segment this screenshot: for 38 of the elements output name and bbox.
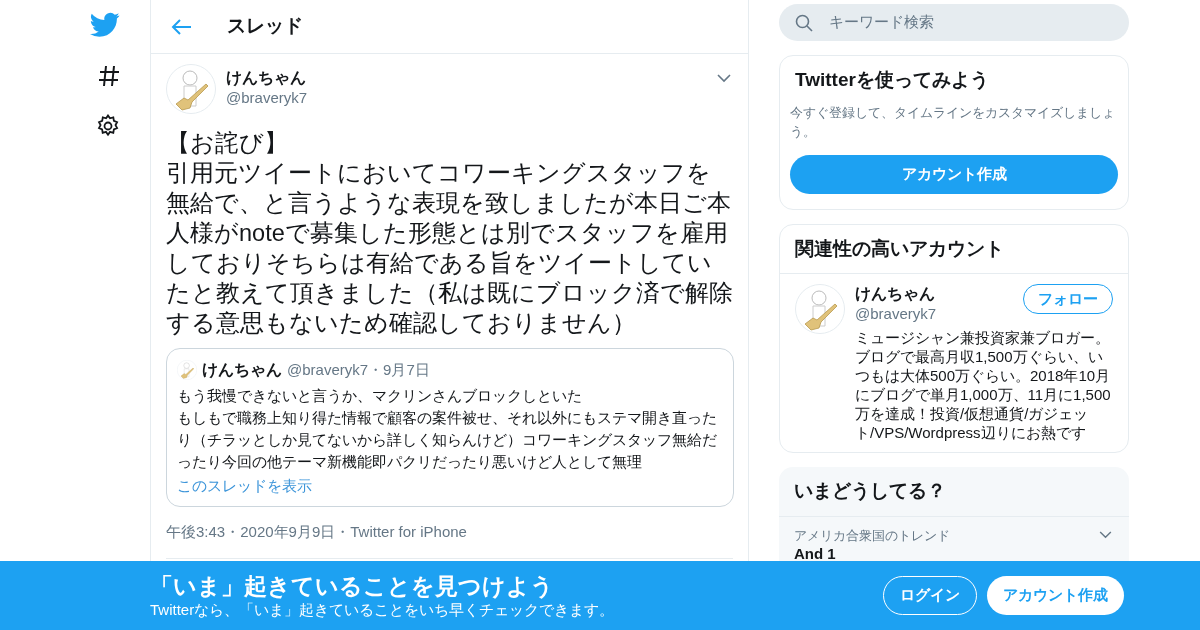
account-name[interactable]: けんちゃん <box>855 284 1023 305</box>
tweet-timestamp: 午後3:43・2020年9月9日・Twitter for iPhone <box>166 521 733 559</box>
settings-icon[interactable] <box>96 114 120 138</box>
create-account-button[interactable]: アカウント作成 <box>790 154 1118 194</box>
show-thread-link[interactable]: このスレッドを表示 <box>177 475 312 497</box>
back-arrow-icon[interactable] <box>171 17 193 36</box>
trend-context: アメリカ合衆国のトレンド <box>794 526 951 545</box>
account-handle[interactable]: @braveryk7 <box>855 304 1023 324</box>
search-icon <box>795 13 813 32</box>
avatar-icon[interactable] <box>795 284 845 335</box>
search-input[interactable]: キーワード検索 <box>829 11 1089 34</box>
quote-author-handle: @braveryk7 <box>287 359 369 380</box>
quoted-tweet[interactable]: けんちゃん @braveryk7・9月7日 もう我慢できないと言うか、マクリンさんブロックしといた もしもで職務上知り得た情報で顧客の案件被せ、それ以外にもステマ開き直ったり（チラッとしか見てないから詳しく知らんけど）コワーキングスタッフ無給だったり今回の他テーマ新機能即パクリだったり悪いけど人として無理 このスレッドを表示 <box>166 348 734 507</box>
bird-icon[interactable] <box>90 12 120 38</box>
chevron-down-icon[interactable] <box>717 74 731 83</box>
chevron-down-icon[interactable] <box>1099 530 1112 539</box>
card-title: 関連性の高いアカウント <box>780 224 1128 275</box>
quote-author-name: けんちゃん <box>202 360 282 380</box>
banner-title: 「いま」起きていることを見つけよう <box>150 571 555 600</box>
avatar-icon[interactable] <box>177 360 197 380</box>
author-name[interactable]: けんちゃん <box>226 68 707 88</box>
trend-name[interactable]: And 1 <box>794 544 1099 563</box>
tweet-text: 引用元ツイートにおいてコワーキングスタッフを無給で、と言うような表現を致しましたが本日ご本人様がnoteで募集した形態とは別でスタッフを雇用しておりそちらは有給である旨をツイートしていたと教えて頂きました（私は既にブロック済で解除する意思もないため確認しておりません） <box>166 159 734 338</box>
quote-text: もしもで職務上知り得た情報で顧客の案件被せ、それ以外にもステマ開き直ったり（チラッとしか見てないから詳しく知らんけど）コワーキングスタッフ無給だったり今回の他テーマ新機能即パクリだったり悪いけど人として無理 <box>177 408 718 472</box>
tweet-text: 【お詫び】 <box>166 129 289 158</box>
card-description: 今すぐ登録して、タイムラインをカスタマイズしましょう。 <box>790 103 1116 141</box>
search-field[interactable]: キーワード検索 <box>779 4 1129 42</box>
hashtag-icon[interactable] <box>98 64 120 88</box>
card-title: Twitterを使ってみよう <box>794 68 990 93</box>
avatar-icon[interactable] <box>166 64 216 114</box>
card-title: いまどうしてる？ <box>779 467 1129 517</box>
author-handle[interactable]: @braveryk7 <box>226 88 707 107</box>
page-title: スレッド <box>227 14 303 39</box>
account-bio: ミュージシャン兼投資家兼ブロガー。ブログで最高月収1,500万ぐらい、いつもは大体500万ぐらい。2018年10月にブログで単月1,000万、11月に1,500万を達成！投資/仮想通貨/ガジェット/VPS/Wordpress辺りにお熱です <box>855 328 1112 443</box>
quote-date: ・9月7日 <box>368 359 430 380</box>
quote-text: もう我慢できないと言うか、マクリンさんブロックしといた <box>177 386 583 406</box>
banner-subtitle: Twitterなら、「いま」起きていることをいち早くチェックできます。 <box>150 599 616 620</box>
signup-button[interactable]: アカウント作成 <box>987 576 1124 615</box>
